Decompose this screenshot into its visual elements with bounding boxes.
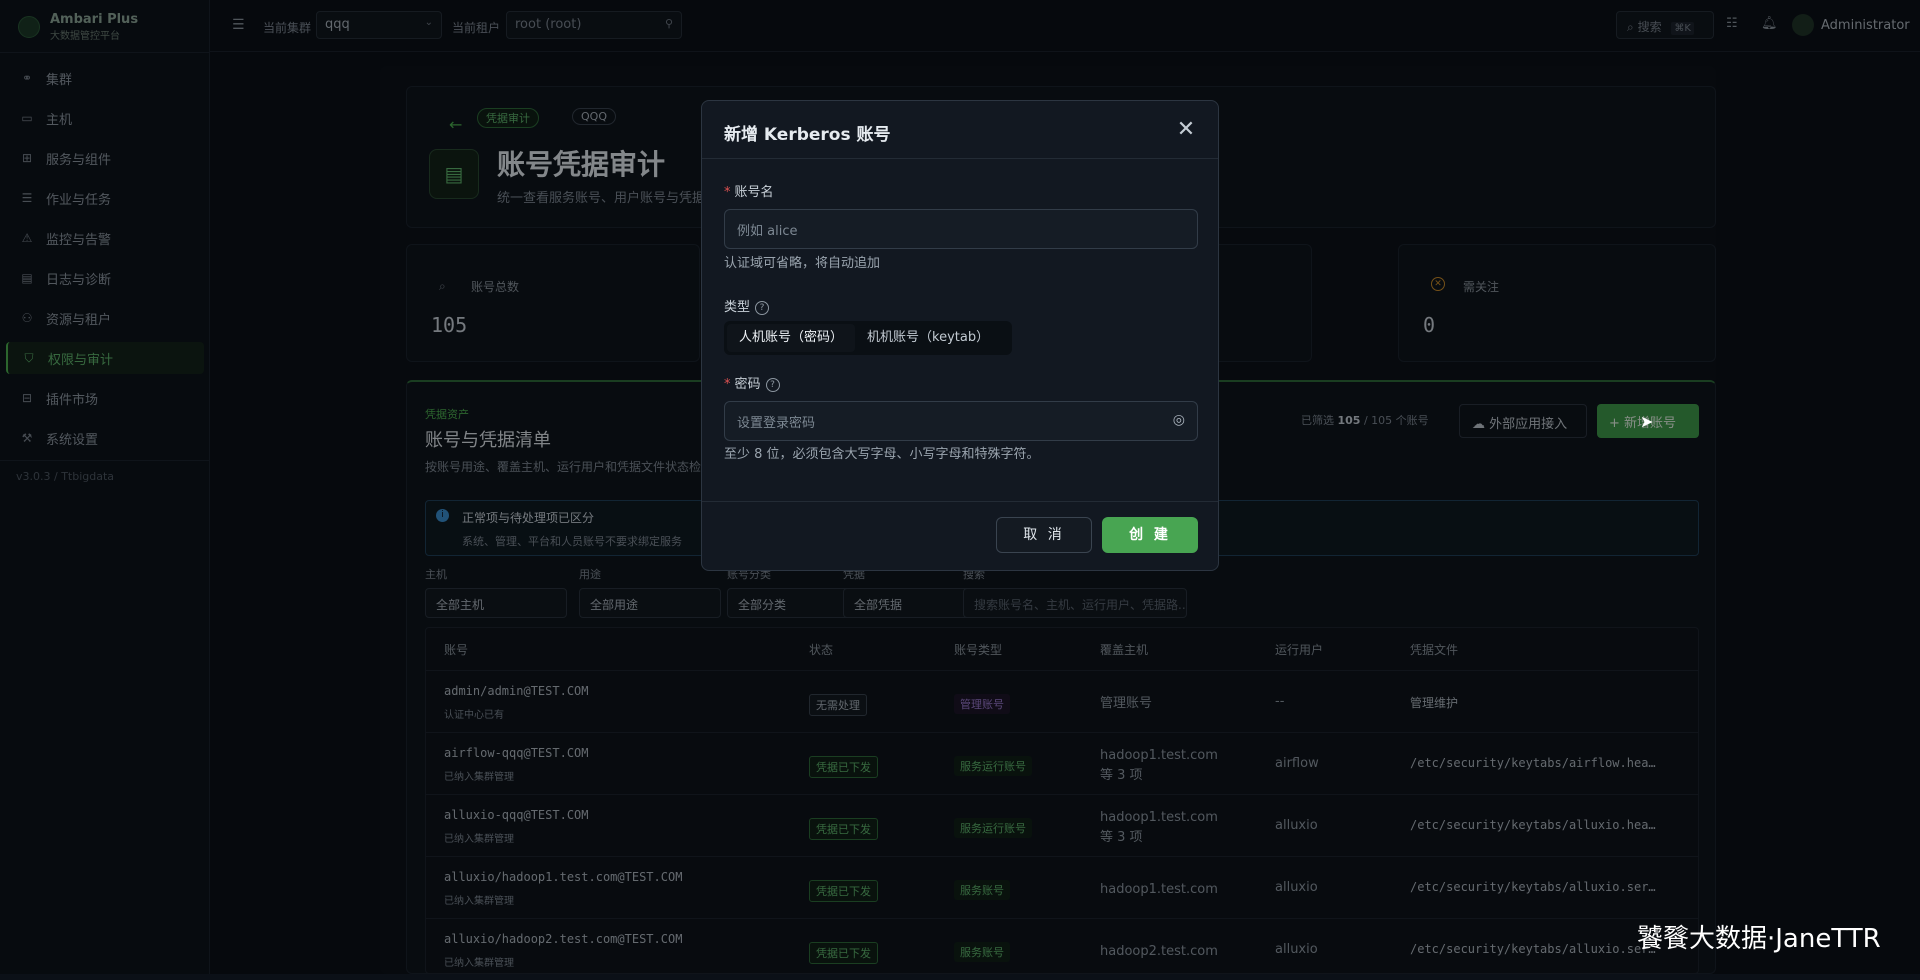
type-option-password[interactable]: 人机账号（密码） — [727, 324, 856, 352]
close-icon[interactable]: ✕ — [1176, 119, 1196, 141]
account-name-hint: 认证域可省略，将自动追加 — [724, 256, 881, 271]
create-button[interactable]: 创 建 — [1102, 517, 1198, 553]
help-icon[interactable]: ? — [755, 301, 770, 315]
create-kerberos-modal: 新增 Kerberos 账号 ✕ * 账号名 例如 alice 认证域可省略，将自… — [701, 100, 1219, 571]
password-placeholder: 设置登录密码 — [737, 416, 816, 431]
account-name-placeholder: 例如 alice — [737, 224, 798, 239]
mouse-cursor-icon: ➤ — [1640, 412, 1654, 431]
eye-off-icon[interactable]: ◎ — [1173, 412, 1185, 428]
modal-title: 新增 Kerberos 账号 — [724, 125, 891, 145]
watermark: 饕餮大数据·JaneTTR — [1637, 924, 1881, 954]
help-icon[interactable]: ? — [765, 378, 780, 392]
password-hint: 至少 8 位，必须包含大写字母、小写字母和特殊字符。 — [724, 447, 1040, 462]
type-label: 类型? — [724, 296, 770, 315]
password-input[interactable]: 设置登录密码 ◎ — [724, 401, 1198, 441]
cancel-button[interactable]: 取 消 — [996, 517, 1092, 553]
password-label: * 密码? — [724, 373, 780, 392]
type-segmented-control: 人机账号（密码） 机机账号（keytab） — [724, 321, 1012, 355]
account-name-input[interactable]: 例如 alice — [724, 209, 1198, 249]
account-name-label: * 账号名 — [724, 185, 774, 200]
type-option-keytab[interactable]: 机机账号（keytab） — [855, 324, 1001, 352]
